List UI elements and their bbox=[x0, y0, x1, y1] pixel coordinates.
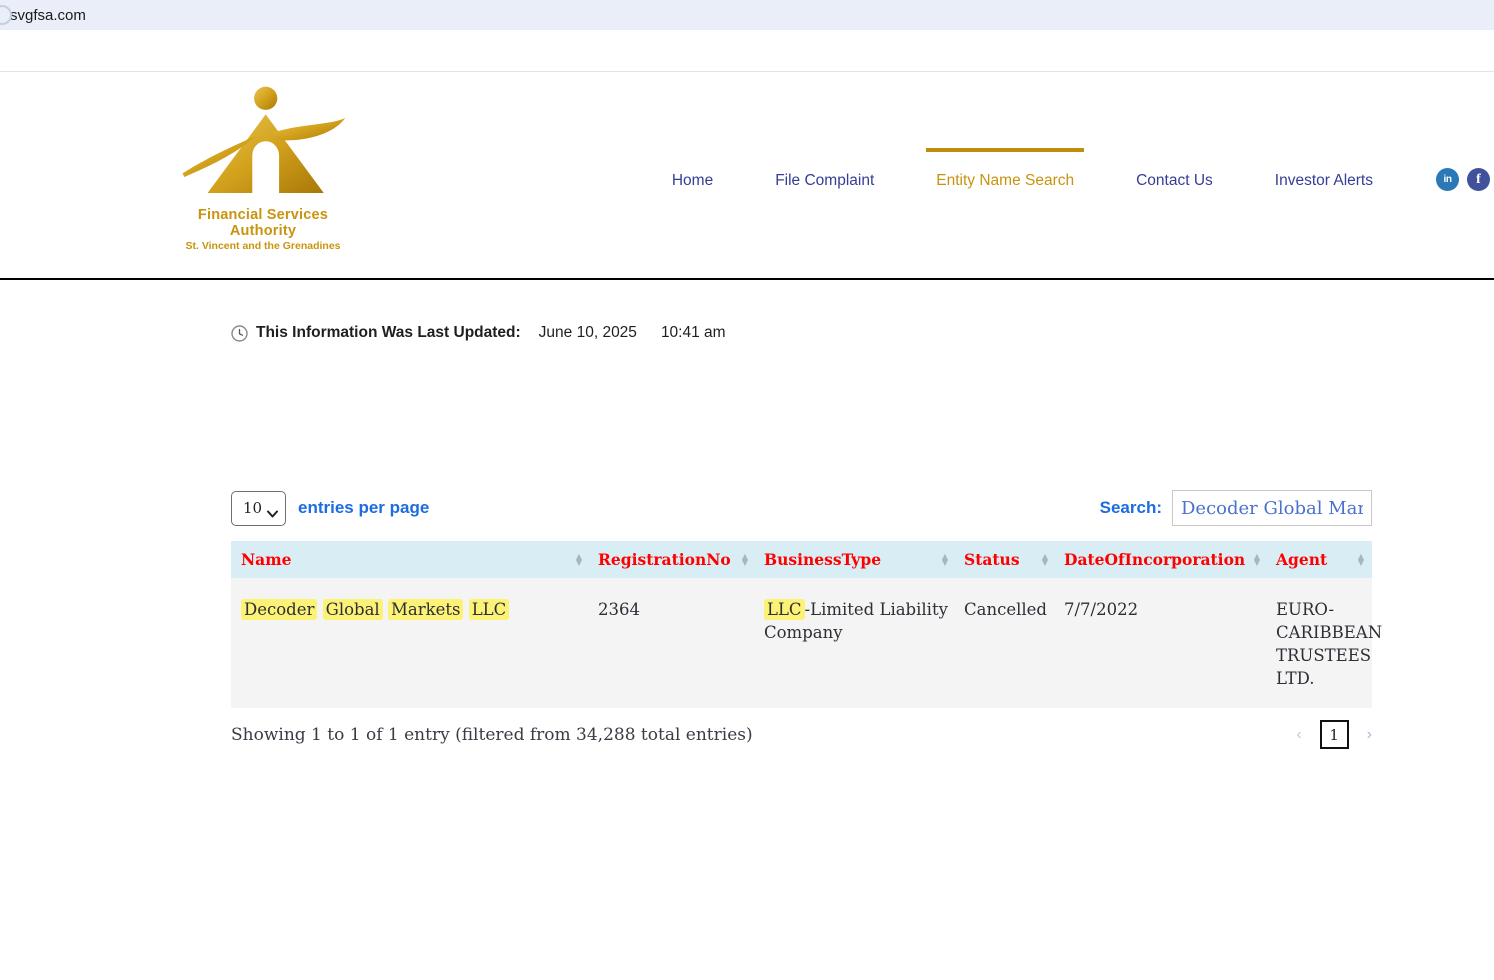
nav-item-file-complaint[interactable]: File Complaint bbox=[775, 148, 874, 200]
sort-icon[interactable]: ▲ ▼ bbox=[1042, 552, 1048, 566]
cell-agent: EURO-CARIBBEAN TRUSTEES LTD. bbox=[1276, 600, 1383, 688]
table-footer: Showing 1 to 1 of 1 entry (filtered from… bbox=[231, 720, 1372, 749]
sort-icon[interactable]: ▲ ▼ bbox=[576, 552, 582, 566]
entries-per-page-label: entries per page bbox=[298, 498, 430, 517]
column-header-businesstype[interactable]: BusinessType ▲ ▼ bbox=[756, 541, 956, 578]
logo-title: Financial Services Authority bbox=[197, 207, 329, 239]
clock-icon bbox=[231, 324, 248, 342]
nav-item-investor-alerts[interactable]: Investor Alerts bbox=[1275, 148, 1373, 200]
page-size-select[interactable]: 10 bbox=[231, 490, 286, 526]
cell-business-type: LLC -Limited Liability Company bbox=[764, 599, 948, 642]
linkedin-icon[interactable]: in bbox=[1436, 168, 1459, 191]
social-links: in f bbox=[1436, 168, 1490, 191]
header-top-divider bbox=[0, 30, 1494, 72]
search-label: Search: bbox=[1099, 498, 1162, 517]
pagination-next-icon[interactable]: › bbox=[1367, 726, 1372, 744]
sort-icon[interactable]: ▲ ▼ bbox=[1358, 552, 1364, 566]
cell-status: Cancelled bbox=[964, 600, 1047, 619]
table-header-row: Name ▲ ▼ RegistrationNo ▲ ▼ BusinessType ▲… bbox=[231, 541, 1372, 578]
fsa-logo-figure bbox=[182, 86, 346, 194]
nav-item-home[interactable]: Home bbox=[672, 148, 713, 200]
chevron-down-icon bbox=[267, 504, 278, 522]
entity-table: Name ▲ ▼ RegistrationNo ▲ ▼ BusinessType ▲… bbox=[231, 541, 1383, 708]
cell-name: Decoder Global Markets LLC bbox=[231, 578, 590, 708]
main-content: This Information Was Last Updated: June … bbox=[0, 324, 1494, 749]
column-header-dateofincorporation[interactable]: DateOfIncorporation ▲ ▼ bbox=[1056, 541, 1268, 578]
column-header-agent[interactable]: Agent ▲ ▼ bbox=[1268, 541, 1372, 578]
sort-icon[interactable]: ▲ ▼ bbox=[1254, 552, 1260, 566]
fsa-logo[interactable]: Financial Services Authority St. Vincent… bbox=[163, 84, 363, 252]
last-updated-date: June 10, 2025 bbox=[538, 324, 637, 341]
logo-subtitle: St. Vincent and the Grenadines bbox=[185, 240, 341, 252]
last-updated-label: This Information Was Last Updated: bbox=[256, 324, 521, 341]
page-size-value: 10 bbox=[243, 499, 263, 517]
table-controls: 10 entries per page Search: bbox=[231, 490, 1372, 526]
search-input[interactable] bbox=[1172, 490, 1372, 526]
url-text[interactable]: svgfsa.com bbox=[10, 7, 86, 24]
cell-registration-no: 2364 bbox=[598, 600, 640, 619]
sort-icon[interactable]: ▲ ▼ bbox=[742, 552, 748, 566]
pagination-page-1-button[interactable]: 1 bbox=[1319, 720, 1349, 749]
pagination: ‹ 1 › bbox=[1296, 720, 1372, 749]
facebook-icon[interactable]: f bbox=[1467, 168, 1490, 191]
nav-item-entity-name-search[interactable]: Entity Name Search bbox=[926, 148, 1085, 200]
pagination-prev-icon[interactable]: ‹ bbox=[1296, 726, 1301, 744]
column-header-status[interactable]: Status ▲ ▼ bbox=[956, 541, 1056, 578]
showing-entries-text: Showing 1 to 1 of 1 entry (filtered from… bbox=[231, 724, 753, 745]
cell-date-of-incorporation: 7/7/2022 bbox=[1064, 600, 1139, 619]
main-nav: Home File Complaint Entity Name Search C… bbox=[641, 148, 1494, 200]
nav-item-contact-us[interactable]: Contact Us bbox=[1136, 148, 1213, 200]
site-header: Financial Services Authority St. Vincent… bbox=[0, 72, 1494, 280]
sort-icon[interactable]: ▲ ▼ bbox=[942, 552, 948, 566]
column-header-name[interactable]: Name ▲ ▼ bbox=[231, 541, 590, 578]
browser-url-bar: svgfsa.com bbox=[0, 0, 1494, 30]
last-updated-bar: This Information Was Last Updated: June … bbox=[231, 324, 1372, 342]
table-row: Decoder Global Markets LLC 2364 LLC -Limi… bbox=[231, 578, 1383, 708]
column-header-registrationno[interactable]: RegistrationNo ▲ ▼ bbox=[590, 541, 756, 578]
last-updated-time: 10:41 am bbox=[660, 324, 726, 341]
